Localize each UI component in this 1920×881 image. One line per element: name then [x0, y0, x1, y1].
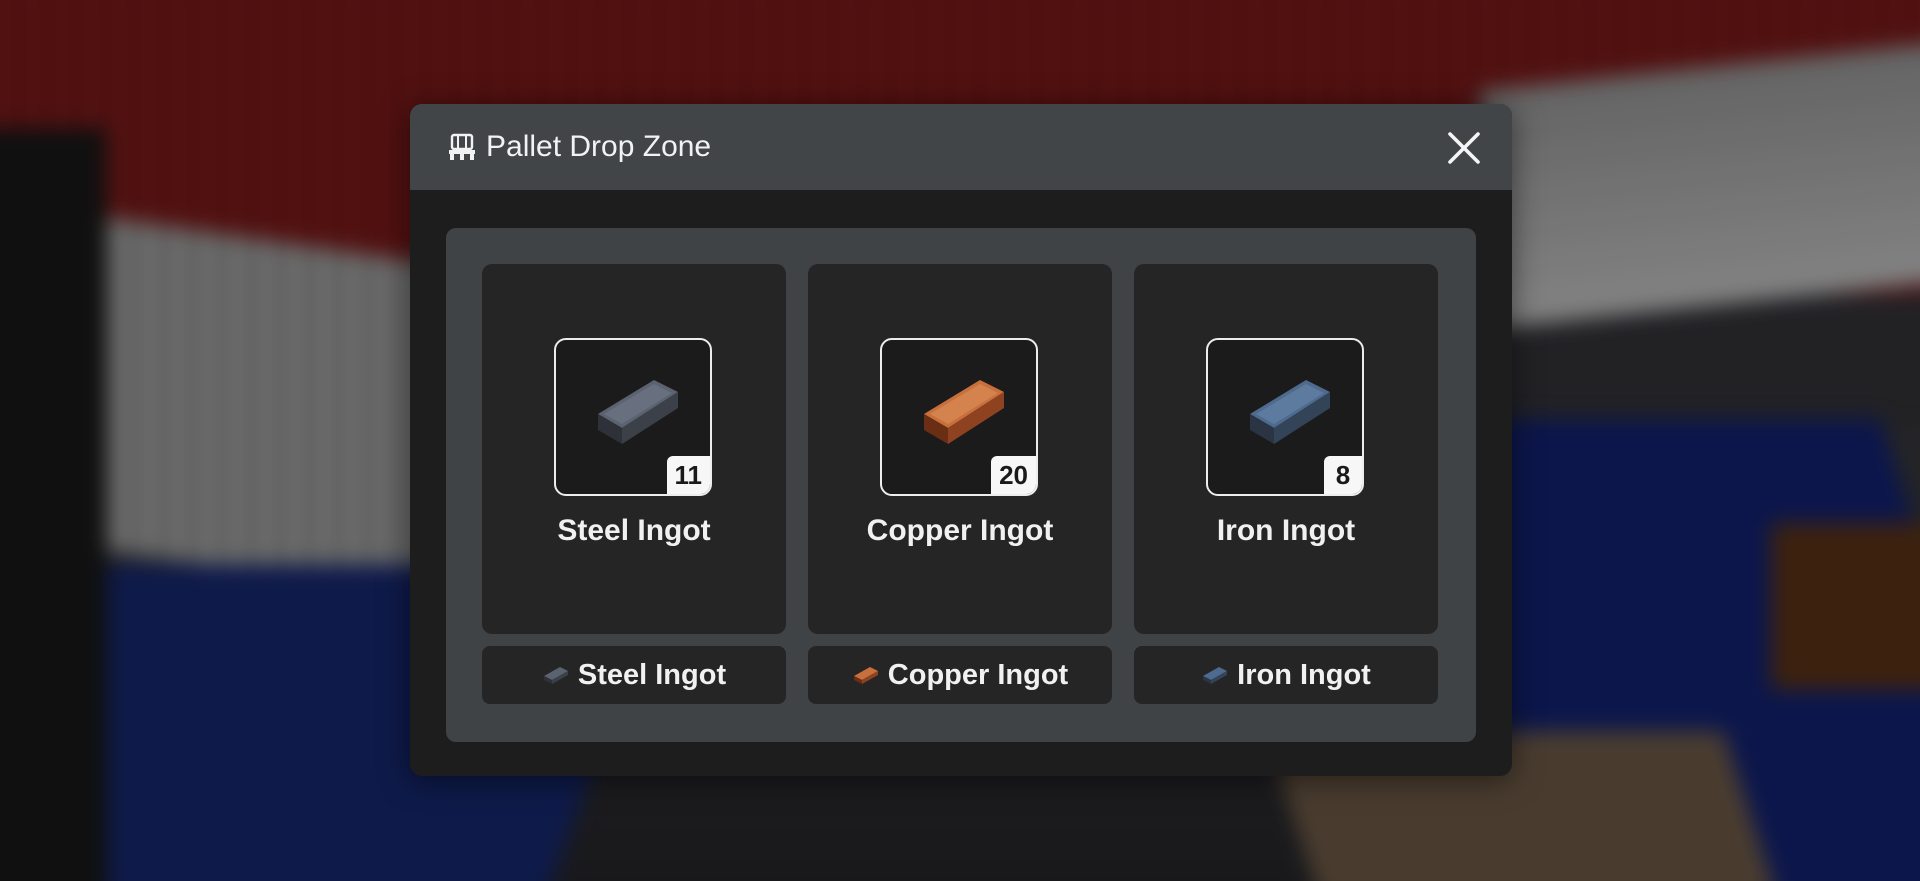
- item-thumbnail[interactable]: 11: [554, 338, 712, 496]
- filter-label: Iron Ingot: [1237, 658, 1371, 691]
- iron-ingot-icon: [1250, 380, 1330, 444]
- dialog-header: Pallet Drop Zone: [410, 104, 1512, 190]
- quantity-badge: 20: [991, 456, 1036, 494]
- steel-ingot-icon: [598, 380, 678, 444]
- slot-item-name: Iron Ingot: [1216, 514, 1356, 547]
- filter-label: Steel Ingot: [577, 658, 727, 691]
- slot-card-steel-ingot[interactable]: 11 Steel Ingot: [482, 264, 786, 634]
- quantity-badge: 8: [1324, 456, 1362, 494]
- close-button[interactable]: [1444, 128, 1484, 168]
- slot-item-name: Steel Ingot: [557, 514, 711, 547]
- slot-item-name: Copper Ingot: [866, 514, 1054, 547]
- slots-panel: 11 Steel Ingot 20 Copper Ingot 8 Iron In…: [446, 228, 1476, 742]
- pallet-icon: [447, 132, 477, 162]
- game-scene: Pallet Drop Zone 11 Steel Ingot 20 Coppe…: [0, 0, 1920, 881]
- copper-ingot-icon: [853, 667, 878, 684]
- filter-label: Copper Ingot: [887, 658, 1069, 691]
- copper-ingot-icon: [924, 380, 1004, 444]
- dialog-title: Pallet Drop Zone: [486, 130, 712, 163]
- iron-ingot-icon: [1203, 667, 1228, 684]
- steel-ingot-icon: [543, 667, 568, 684]
- slot-card-copper-ingot[interactable]: 20 Copper Ingot: [808, 264, 1112, 634]
- filter-button-steel-ingot[interactable]: Steel Ingot: [482, 646, 786, 704]
- item-thumbnail[interactable]: 20: [880, 338, 1038, 496]
- filter-button-iron-ingot[interactable]: Iron Ingot: [1134, 646, 1438, 704]
- close-icon[interactable]: [1444, 128, 1484, 168]
- slot-card-iron-ingot[interactable]: 8 Iron Ingot: [1134, 264, 1438, 634]
- filter-button-copper-ingot[interactable]: Copper Ingot: [808, 646, 1112, 704]
- item-thumbnail[interactable]: 8: [1206, 338, 1364, 496]
- quantity-badge: 11: [666, 456, 710, 494]
- pallet-drop-zone-dialog: Pallet Drop Zone 11 Steel Ingot 20 Coppe…: [410, 104, 1512, 776]
